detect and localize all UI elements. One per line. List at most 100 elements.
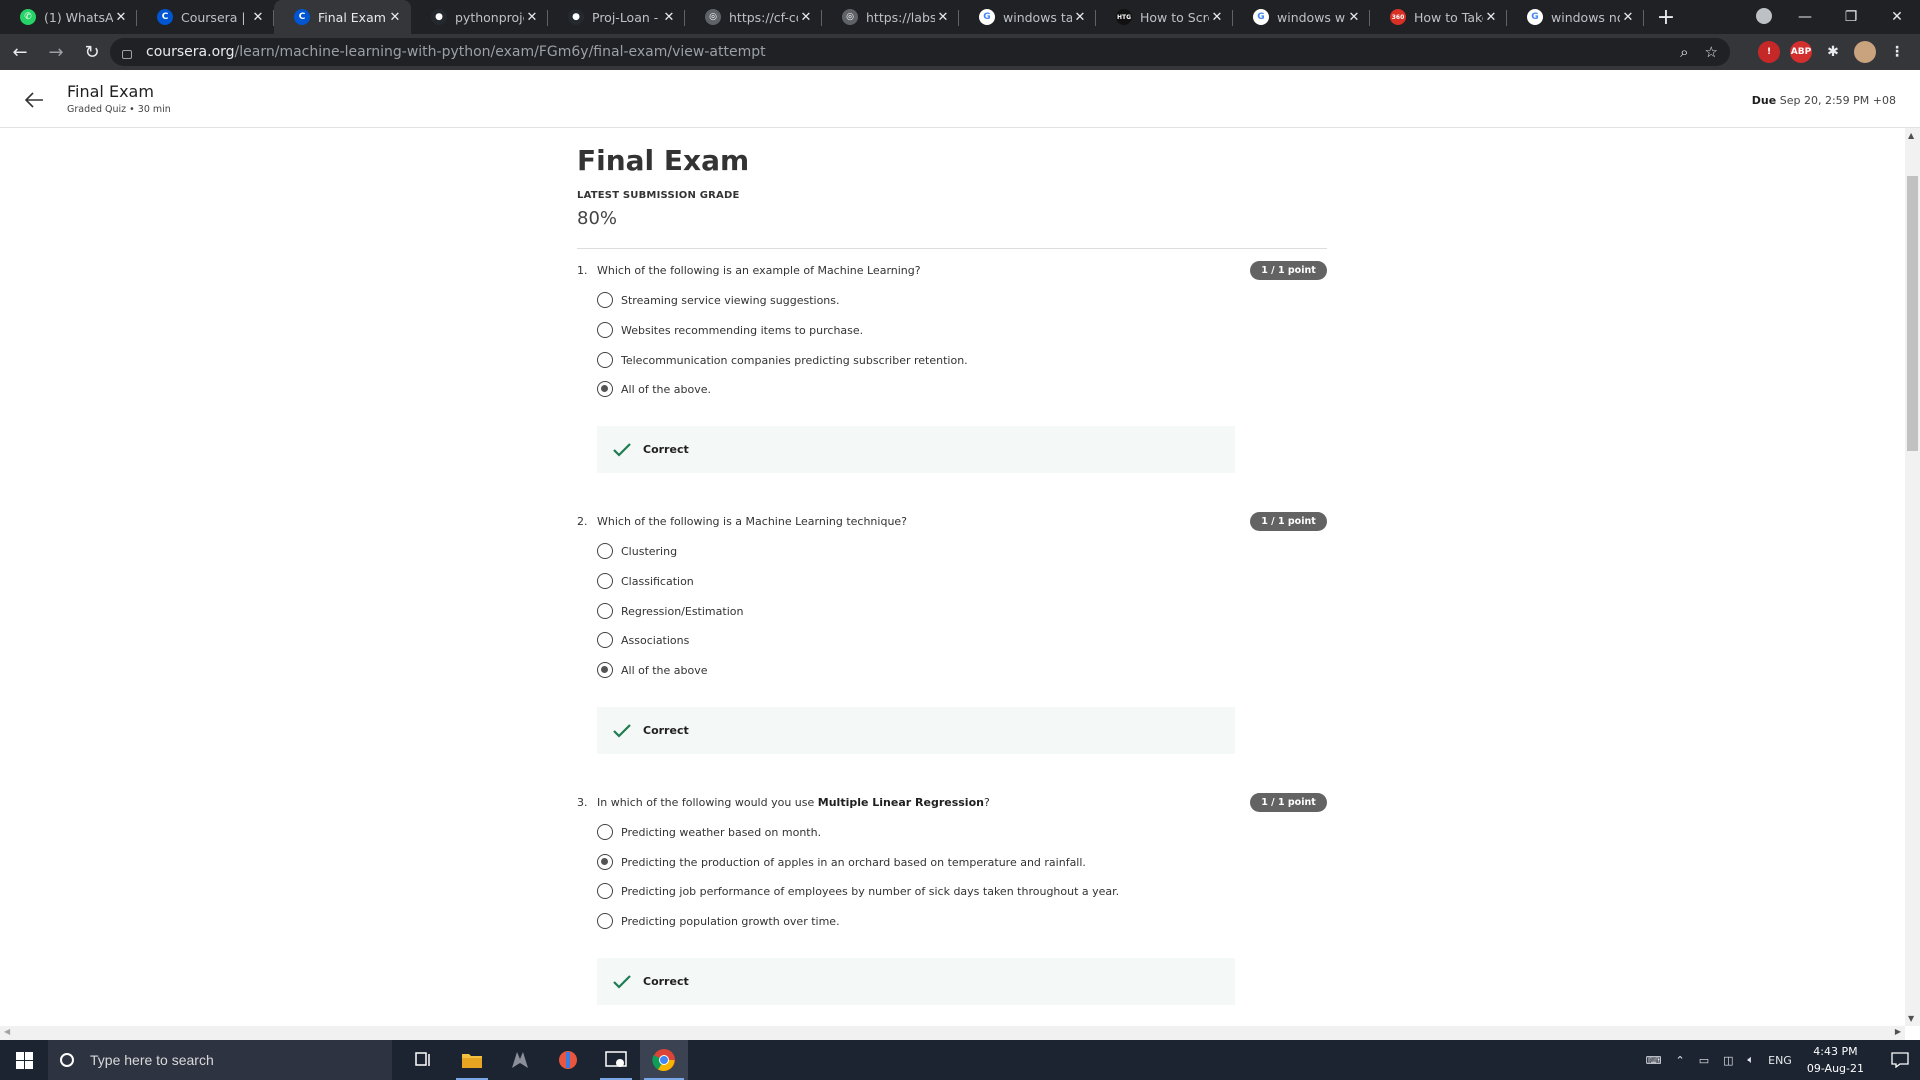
radio-button-selected[interactable]: [597, 381, 613, 397]
url-text[interactable]: coursera.org/learn/machine-learning-with…: [146, 44, 766, 60]
browser-tab[interactable]: ◎ https://cf-course✕: [685, 0, 822, 34]
zoom-icon[interactable]: ⌕: [1680, 43, 1688, 61]
radio-button[interactable]: [597, 603, 613, 619]
clock[interactable]: 4:43 PM 09-Aug-21: [1807, 1043, 1864, 1077]
browser-tab[interactable]: C Coursera | Online✕: [137, 0, 274, 34]
chrome-taskbar-icon[interactable]: [640, 1040, 688, 1080]
app-colorful-icon[interactable]: [544, 1040, 592, 1080]
answer-option[interactable]: Predicting population growth over time.: [597, 912, 840, 930]
network-icon[interactable]: ◫: [1723, 1054, 1733, 1067]
close-tab-icon[interactable]: ✕: [1346, 10, 1362, 25]
taskbar-search-box[interactable]: Type here to search: [48, 1040, 392, 1080]
radio-button[interactable]: [597, 824, 613, 840]
file-explorer-icon[interactable]: [448, 1040, 496, 1080]
horizontal-scrollbar[interactable]: ◀ ▶: [0, 1026, 1905, 1040]
minimize-icon[interactable]: —: [1782, 9, 1828, 25]
answer-option[interactable]: Associations: [597, 631, 689, 649]
bookmark-star-icon[interactable]: ☆: [1705, 43, 1718, 61]
tab-title: How to Take Screenshot: [1414, 9, 1483, 25]
answer-option[interactable]: Classification: [597, 572, 694, 590]
windows-start-icon[interactable]: [0, 1040, 48, 1080]
answer-option[interactable]: Telecommunication companies predicting s…: [597, 351, 968, 369]
tab-title: How to Screenshot: [1140, 9, 1209, 25]
restore-icon[interactable]: ❐: [1828, 9, 1874, 25]
close-tab-icon[interactable]: ✕: [1072, 10, 1088, 25]
browser-tab[interactable]: Gwindows take✕: [959, 0, 1096, 34]
radio-button[interactable]: [597, 573, 613, 589]
tab-title: Proj-Loan - IBM: [592, 9, 661, 25]
answer-option[interactable]: All of the above: [597, 661, 708, 679]
close-tab-icon[interactable]: ✕: [250, 10, 266, 25]
scroll-right-icon[interactable]: ▶: [1895, 1027, 1901, 1036]
back-icon[interactable]: ←: [4, 36, 36, 68]
tab-search-icon[interactable]: [1756, 8, 1772, 24]
close-tab-icon[interactable]: ✕: [524, 10, 540, 25]
app-window-icon[interactable]: [592, 1040, 640, 1080]
scroll-left-icon[interactable]: ◀: [4, 1027, 10, 1036]
radio-button[interactable]: [597, 543, 613, 559]
lock-icon[interactable]: [122, 49, 132, 59]
question-text: Which of the following is an example of …: [597, 264, 921, 277]
close-tab-icon[interactable]: ✕: [935, 10, 951, 25]
task-view-icon[interactable]: [400, 1040, 448, 1080]
close-tab-icon[interactable]: ✕: [1209, 10, 1225, 25]
radio-button-selected[interactable]: [597, 854, 613, 870]
browser-tab[interactable]: 360 How to Take Screenshot✕: [1370, 0, 1507, 34]
feedback-box: Correct: [597, 958, 1235, 1005]
extension-red-icon[interactable]: !: [1758, 41, 1780, 63]
google-icon: G: [979, 9, 995, 25]
close-window-icon[interactable]: ✕: [1874, 9, 1920, 25]
address-bar[interactable]: coursera.org/learn/machine-learning-with…: [110, 38, 1730, 66]
answer-option[interactable]: Regression/Estimation: [597, 602, 743, 620]
battery-icon[interactable]: ▭: [1699, 1054, 1709, 1067]
answer-option[interactable]: Websites recommending items to purchase.: [597, 321, 863, 339]
radio-button[interactable]: [597, 883, 613, 899]
answer-option[interactable]: Streaming service viewing suggestions.: [597, 291, 840, 309]
radio-button[interactable]: [597, 913, 613, 929]
radio-button-selected[interactable]: [597, 662, 613, 678]
answer-option[interactable]: All of the above.: [597, 380, 711, 398]
browser-menu-icon[interactable]: ⋮: [1886, 41, 1908, 63]
keyboard-icon[interactable]: ⌨: [1646, 1054, 1662, 1067]
new-tab-button[interactable]: +: [1652, 0, 1680, 34]
vertical-scrollbar[interactable]: ▲ ▼: [1905, 128, 1920, 1026]
browser-tab[interactable]: Gwindows whe✕: [1233, 0, 1370, 34]
close-tab-icon[interactable]: ✕: [1483, 10, 1499, 25]
forward-icon[interactable]: →: [40, 36, 72, 68]
radio-button[interactable]: [597, 292, 613, 308]
scroll-up-icon[interactable]: ▲: [1908, 131, 1914, 140]
close-tab-icon[interactable]: ✕: [1620, 10, 1636, 25]
browser-tab[interactable]: ● pythonproject✕: [411, 0, 548, 34]
close-tab-icon[interactable]: ✕: [798, 10, 814, 25]
answer-option[interactable]: Predicting job performance of employees …: [597, 882, 1119, 900]
close-tab-icon[interactable]: ✕: [113, 10, 129, 25]
profile-avatar[interactable]: [1854, 41, 1876, 63]
browser-tab[interactable]: HTG How to Screenshot✕: [1096, 0, 1233, 34]
browser-tab[interactable]: C Final Exam | Coursera✕: [274, 0, 411, 34]
answer-option[interactable]: Predicting the production of apples in a…: [597, 853, 1086, 871]
adblock-icon[interactable]: ABP: [1790, 41, 1812, 63]
app-dragon-icon[interactable]: [496, 1040, 544, 1080]
browser-tab[interactable]: ● Proj-Loan - IBM✕: [548, 0, 685, 34]
radio-button[interactable]: [597, 322, 613, 338]
radio-button[interactable]: [597, 632, 613, 648]
close-tab-icon[interactable]: ✕: [661, 10, 677, 25]
back-arrow-icon[interactable]: [22, 88, 46, 112]
scrollbar-thumb[interactable]: [1907, 176, 1918, 451]
notification-center-icon[interactable]: [1880, 1040, 1920, 1080]
reload-icon[interactable]: ↻: [76, 36, 108, 68]
browser-tab[interactable]: ✆ (1) WhatsApp✕: [0, 0, 137, 34]
browser-tab[interactable]: ◎ https://labs.cognitive✕: [822, 0, 959, 34]
volume-icon[interactable]: 🔈︎: [1748, 1053, 1755, 1067]
answer-option[interactable]: Predicting weather based on month.: [597, 823, 821, 841]
answer-option[interactable]: Clustering: [597, 542, 677, 560]
browser-tab[interactable]: Gwindows not✕: [1507, 0, 1644, 34]
show-hidden-icons-icon[interactable]: ⌃: [1675, 1054, 1684, 1067]
radio-button[interactable]: [597, 352, 613, 368]
github-icon: ●: [431, 9, 447, 25]
language-indicator[interactable]: ENG: [1768, 1054, 1792, 1067]
close-tab-icon[interactable]: ✕: [387, 10, 403, 25]
extensions-puzzle-icon[interactable]: ✱: [1822, 41, 1844, 63]
quiz-header: Final Exam Graded Quiz • 30 min Due Sep …: [0, 70, 1920, 128]
scroll-down-icon[interactable]: ▼: [1908, 1014, 1914, 1023]
